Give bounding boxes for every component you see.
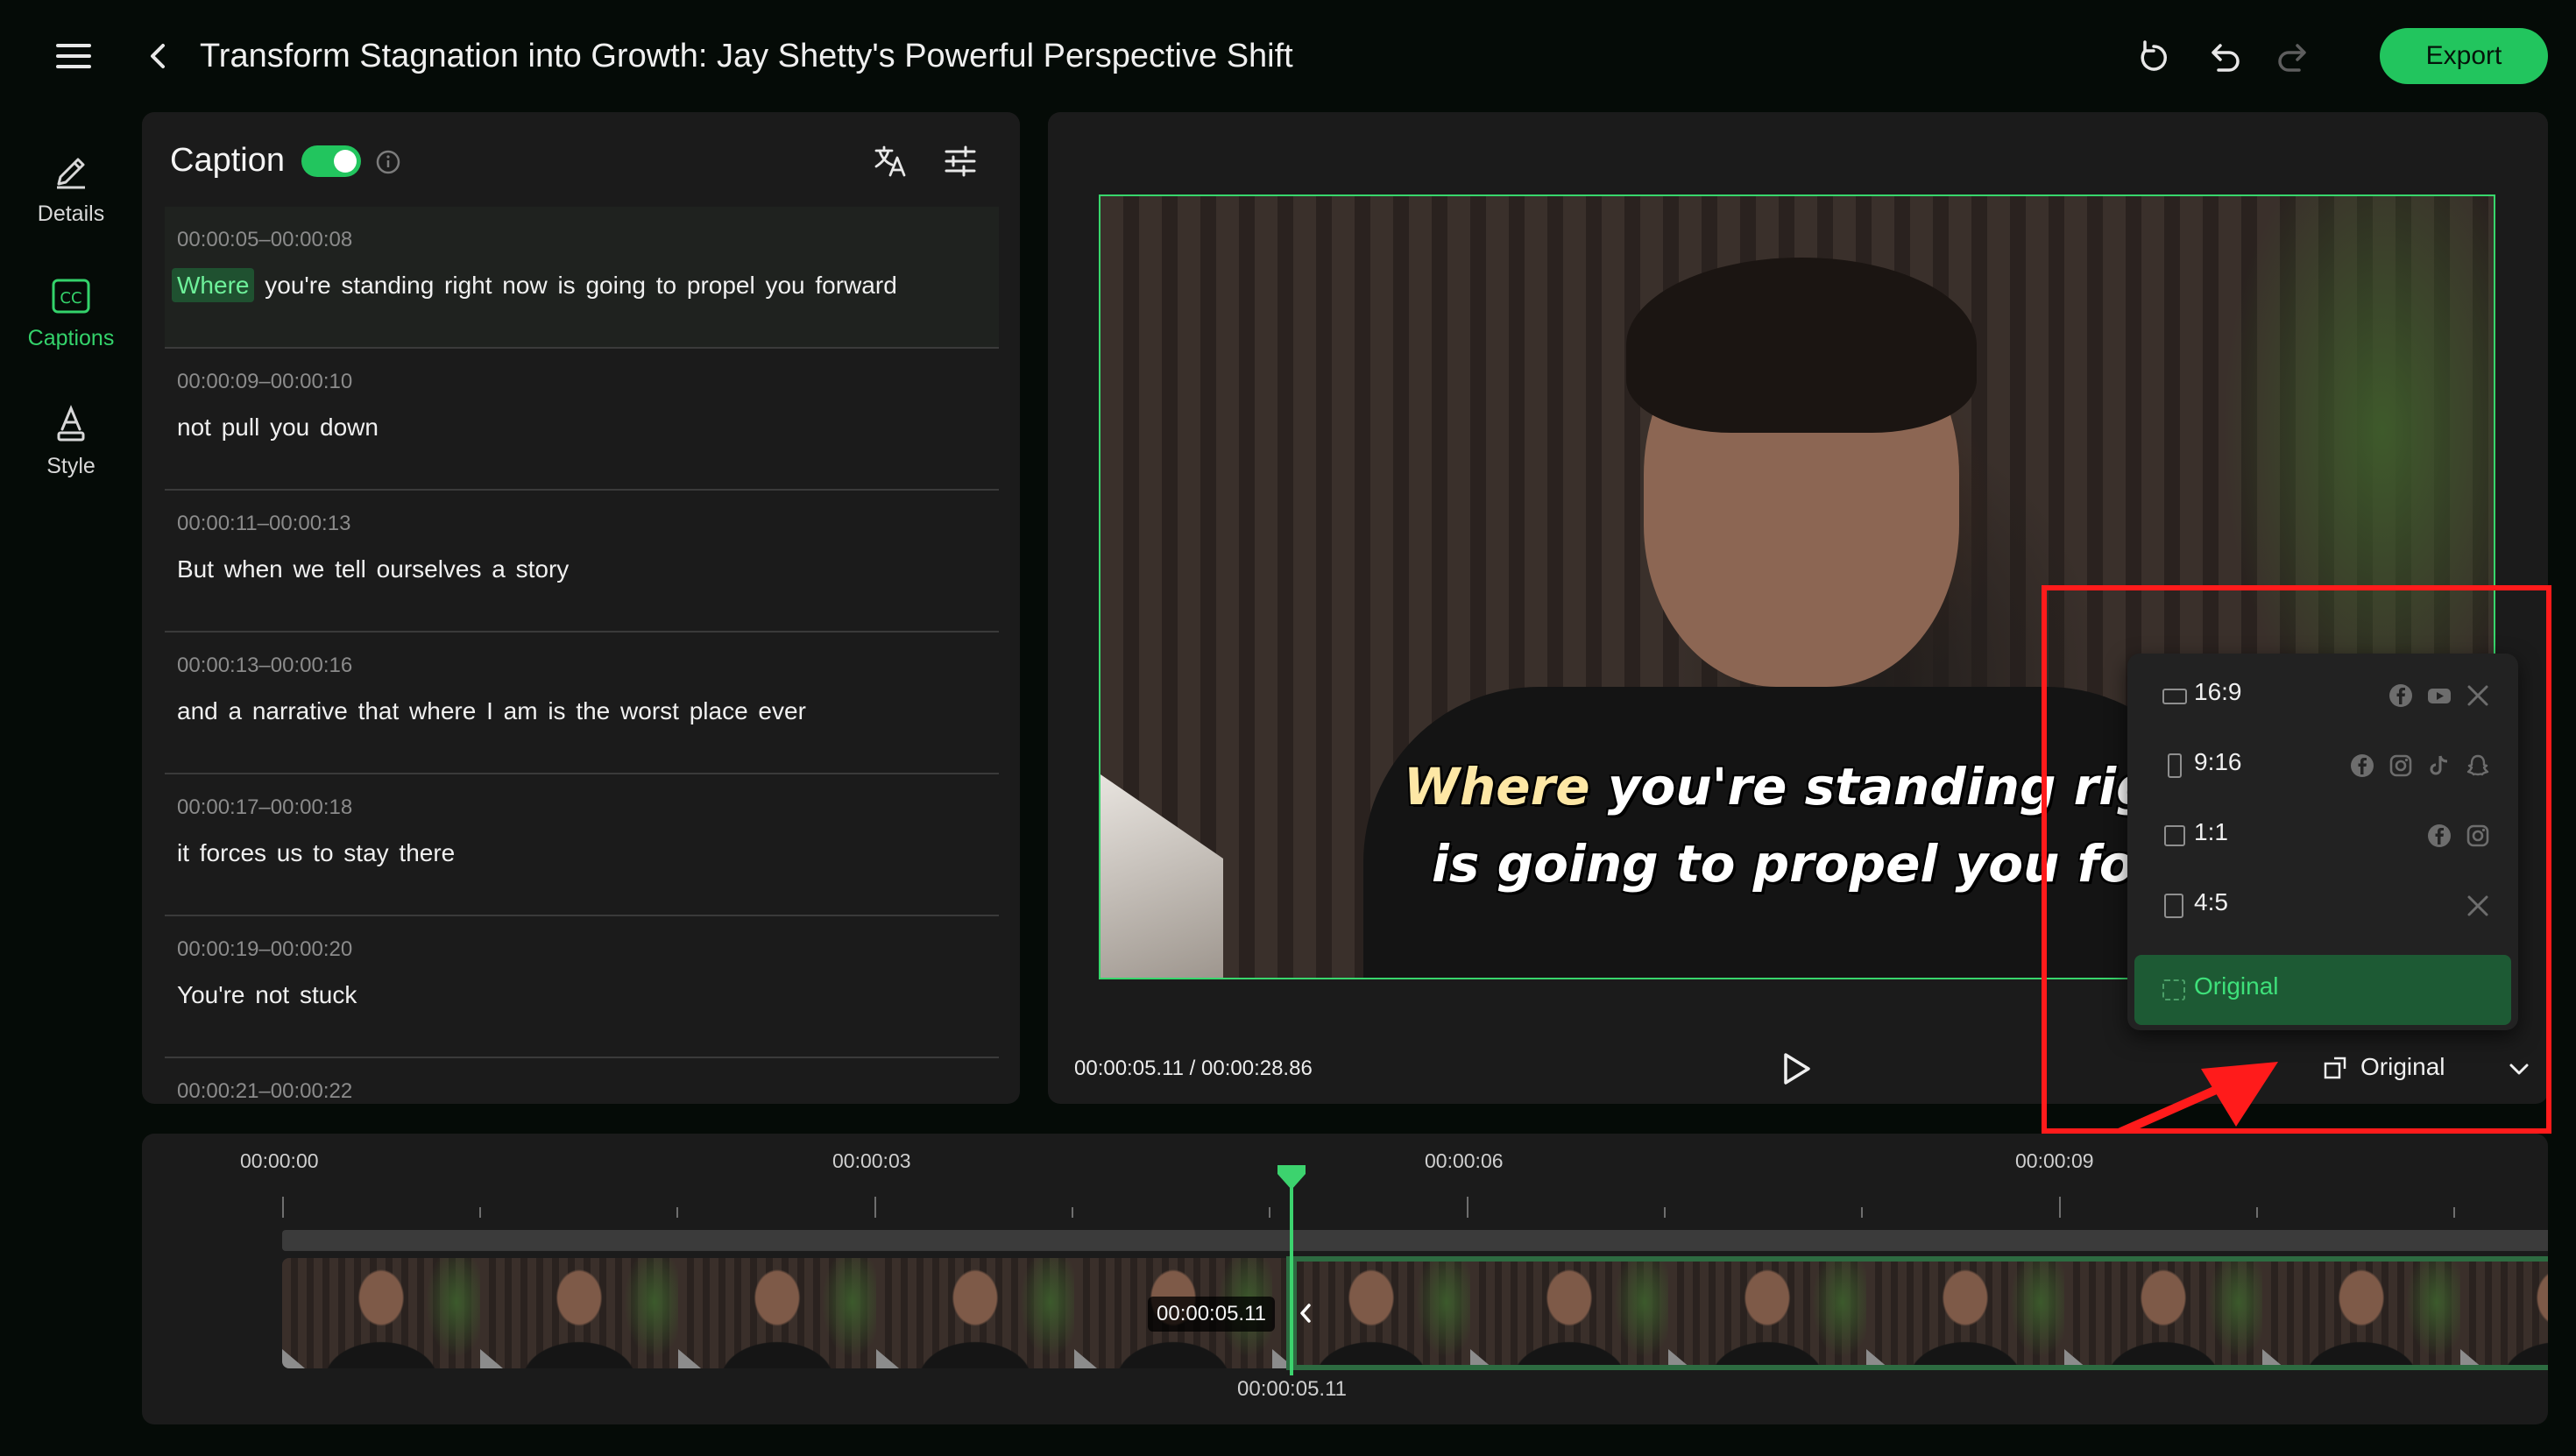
caption-highlight-word: Where: [172, 268, 255, 302]
timeline-tick-label: 00:00:06: [1425, 1149, 1504, 1172]
clip-thumbnail: [480, 1258, 678, 1368]
play-icon[interactable]: [1780, 1051, 1812, 1086]
sidebar-item-captions[interactable]: CC Captions: [0, 275, 142, 351]
clip-thumbnail: [678, 1258, 876, 1368]
caption-time: 00:00:11–00:00:13: [177, 512, 351, 535]
caption-time: 00:00:19–00:00:20: [177, 937, 353, 961]
caption-row[interactable]: 00:00:17–00:00:18 it forces us to stay t…: [165, 774, 999, 916]
text-style-icon: [50, 403, 92, 445]
caption-row[interactable]: 00:00:13–00:00:16 and a narrative that w…: [165, 633, 999, 774]
redo-icon[interactable]: [2275, 39, 2313, 77]
sidebar-item-label: Captions: [27, 326, 115, 350]
caption-time: 00:00:09–00:00:10: [177, 370, 353, 393]
undo-icon[interactable]: [2204, 39, 2243, 77]
caption-text[interactable]: Where you're standing right now is going…: [172, 268, 897, 302]
caption-heading: Caption: [170, 142, 285, 179]
export-button[interactable]: Export: [2380, 28, 2548, 84]
caption-row[interactable]: 00:00:09–00:00:10 not pull you down: [165, 349, 999, 491]
caption-text-rest: you're standing right now is going to pr…: [254, 272, 897, 299]
playhead[interactable]: [1290, 1186, 1293, 1375]
svg-text:CC: CC: [60, 289, 81, 307]
sliders-icon[interactable]: [943, 144, 978, 179]
caption-time: 00:00:21–00:00:22: [177, 1079, 353, 1103]
caption-text[interactable]: it forces us to stay there: [177, 839, 455, 867]
caption-text[interactable]: But when we tell ourselves a story: [177, 555, 569, 583]
timeline-panel: 00:00:00 00:00:03 00:00:06 00:00:09 00:0…: [142, 1134, 2548, 1424]
caption-time: 00:00:17–00:00:18: [177, 795, 353, 819]
caption-row[interactable]: 00:00:21–00:00:22: [165, 1058, 999, 1104]
clip-thumbnail: [876, 1258, 1074, 1368]
sidebar-item-style[interactable]: Style: [0, 403, 142, 479]
page-title: Transform Stagnation into Growth: Jay Sh…: [200, 38, 1293, 74]
caption-row[interactable]: 00:00:11–00:00:13 But when we tell ourse…: [165, 491, 999, 633]
caption-toggle[interactable]: [301, 145, 361, 177]
translate-icon[interactable]: [873, 144, 908, 179]
reset-icon[interactable]: [2134, 39, 2173, 77]
sidebar-item-label: Style: [46, 454, 96, 478]
caption-track[interactable]: [282, 1230, 2548, 1251]
caption-time: 00:00:05–00:00:08: [177, 228, 353, 251]
playhead-handle[interactable]: [1276, 1163, 1307, 1191]
selected-clip-segment[interactable]: [1292, 1256, 2548, 1370]
caption-row[interactable]: 00:00:19–00:00:20 You're not stuck: [165, 916, 999, 1058]
timeline-tick-label: 00:00:00: [240, 1149, 319, 1172]
timeline-tick-label: 00:00:03: [832, 1149, 911, 1172]
caption-time: 00:00:13–00:00:16: [177, 654, 353, 677]
info-icon[interactable]: [375, 149, 401, 175]
caption-row[interactable]: 00:00:05–00:00:08 Where you're standing …: [165, 207, 999, 349]
clip-thumbnail: [282, 1258, 480, 1368]
back-icon[interactable]: [144, 39, 172, 74]
clip-time-label: 00:00:05.11: [1148, 1297, 1276, 1332]
caption-panel: Caption 00:00:05–00:00:08 Where you're s…: [142, 112, 1020, 1104]
pencil-icon: [50, 151, 92, 193]
time-readout: 00:00:05.11 / 00:00:28.86: [1074, 1057, 1313, 1080]
caption-text[interactable]: not pull you down: [177, 413, 379, 442]
timeline-tick-label: 00:00:09: [2015, 1149, 2094, 1172]
chevron-left-icon: [1297, 1300, 1314, 1326]
caption-text[interactable]: You're not stuck: [177, 981, 357, 1009]
playhead-time-label: 00:00:05.11: [1237, 1377, 1348, 1401]
sidebar-item-details[interactable]: Details: [0, 151, 142, 227]
menu-icon[interactable]: [53, 39, 95, 74]
caption-text[interactable]: and a narrative that where I am is the w…: [177, 697, 806, 725]
sidebar-item-label: Details: [37, 201, 105, 226]
cc-icon: CC: [50, 275, 92, 317]
